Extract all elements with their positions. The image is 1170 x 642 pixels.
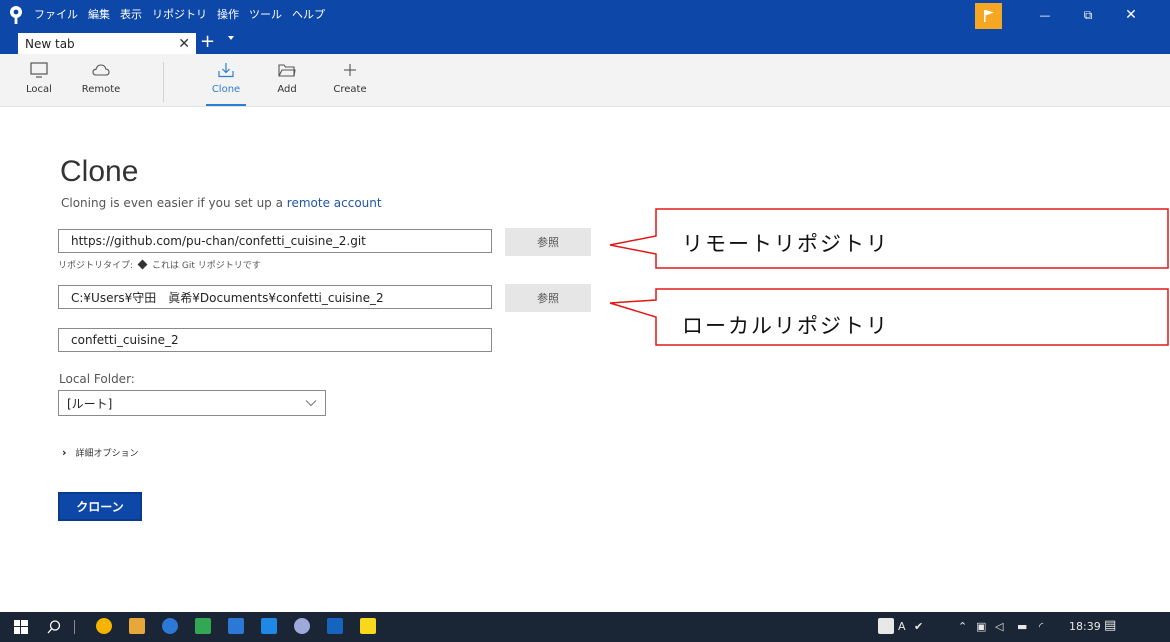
store-icon[interactable] xyxy=(228,618,244,634)
sourcetree-taskbar-icon[interactable] xyxy=(327,618,343,634)
ime-indicator[interactable]: A xyxy=(898,620,906,633)
chrome-icon[interactable] xyxy=(96,618,112,634)
tray-app-icon[interactable] xyxy=(878,618,894,634)
clock[interactable]: 18:39 xyxy=(1069,620,1101,633)
callout-remote-text: リモートリポジトリ xyxy=(682,232,889,256)
vscode-icon[interactable] xyxy=(261,618,277,634)
sticky-notes-icon[interactable] xyxy=(360,618,376,634)
search-icon[interactable] xyxy=(46,619,62,635)
tray-check-icon[interactable]: ✔ xyxy=(914,620,923,633)
edge-icon[interactable] xyxy=(162,618,178,634)
app-icon-4[interactable] xyxy=(195,618,211,634)
taskbar-divider xyxy=(74,620,75,634)
battery-icon[interactable]: ▬ xyxy=(1017,620,1027,633)
callout-annotations xyxy=(609,208,1169,346)
windows-taskbar: A ✔ ⌃ ▣ ◁ ▬ ◜ 18:39 ▤ xyxy=(0,612,1170,642)
tray-network-icon[interactable]: ▣ xyxy=(976,620,986,633)
app-icon-2[interactable] xyxy=(129,618,145,634)
notification-center-icon[interactable]: ▤ xyxy=(1104,618,1116,633)
windows-start-icon[interactable] xyxy=(14,620,28,634)
callout-local-text: ローカルリポジトリ xyxy=(682,314,889,338)
app-icon-7[interactable] xyxy=(294,618,310,634)
tray-expand-icon[interactable]: ⌃ xyxy=(958,620,967,633)
wifi-icon[interactable]: ◜ xyxy=(1039,620,1043,633)
volume-icon[interactable]: ◁ xyxy=(995,620,1003,633)
